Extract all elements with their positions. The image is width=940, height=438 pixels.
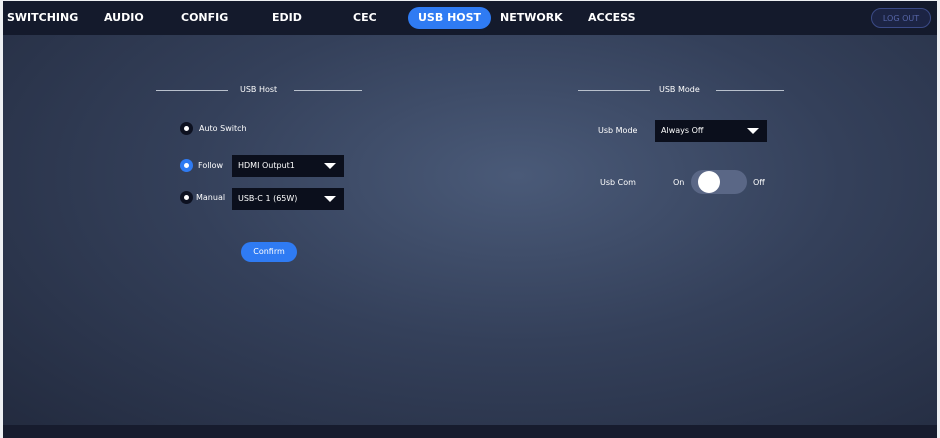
manual-label: Manual — [196, 193, 226, 202]
usb-mode-title: USB Mode — [659, 85, 700, 94]
usb-com-on-label: On — [673, 178, 685, 187]
caret-down-icon — [324, 196, 336, 202]
confirm-button[interactable]: Confirm — [241, 242, 297, 262]
follow-radio[interactable] — [180, 159, 193, 172]
usb-com-label: Usb Com — [600, 178, 636, 187]
logout-button[interactable]: LOG OUT — [871, 8, 931, 28]
footer-bar — [3, 425, 937, 438]
usb-mode-label: Usb Mode — [598, 126, 638, 135]
manual-port-select[interactable]: USB-C 1 (65W) — [232, 188, 344, 210]
auto-switch-label: Auto Switch — [199, 124, 247, 133]
tab-cec[interactable]: CEC — [353, 8, 377, 28]
tab-edid[interactable]: EDID — [272, 8, 302, 28]
manual-port-value: USB-C 1 (65W) — [238, 194, 298, 203]
toggle-knob — [698, 171, 720, 193]
tab-audio[interactable]: AUDIO — [104, 8, 144, 28]
usb-mode-select[interactable]: Always Off — [655, 120, 767, 142]
usb-mode-value: Always Off — [661, 126, 704, 135]
auto-switch-radio[interactable] — [180, 122, 193, 135]
tab-usb-host[interactable]: USB HOST — [408, 7, 492, 29]
usb-host-title-rule-left — [156, 90, 228, 91]
caret-down-icon — [747, 128, 759, 134]
usb-host-title: USB Host — [240, 85, 278, 94]
usb-com-toggle[interactable] — [691, 170, 747, 194]
follow-output-select[interactable]: HDMI Output1 — [232, 155, 344, 177]
usb-com-off-label: Off — [753, 178, 765, 187]
follow-label: Follow — [198, 161, 224, 170]
usb-mode-title-rule-left — [578, 90, 650, 91]
top-navbar: SWITCHING AUDIO CONFIG EDID CEC USB HOST… — [3, 1, 937, 35]
usb-mode-title-rule-right — [716, 90, 784, 91]
caret-down-icon — [324, 163, 336, 169]
tab-switching[interactable]: SWITCHING — [7, 8, 78, 28]
follow-output-value: HDMI Output1 — [238, 161, 295, 170]
app-frame: SWITCHING AUDIO CONFIG EDID CEC USB HOST… — [3, 1, 937, 438]
tab-access[interactable]: ACCESS — [588, 8, 636, 28]
manual-radio[interactable] — [180, 191, 193, 204]
tab-config[interactable]: CONFIG — [181, 8, 228, 28]
tab-network[interactable]: NETWORK — [500, 8, 563, 28]
usb-host-title-rule-right — [294, 90, 362, 91]
